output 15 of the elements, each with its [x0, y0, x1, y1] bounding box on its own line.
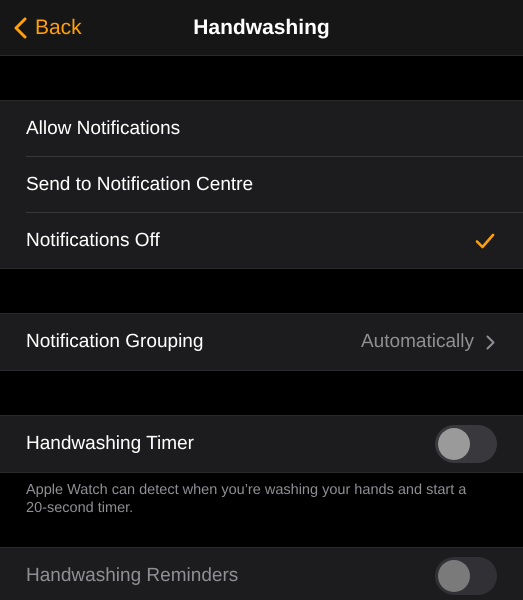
toggle-switch[interactable]	[435, 425, 497, 463]
notification-option[interactable]: Notifications Off	[26, 213, 523, 268]
grouping-value: Automatically	[361, 331, 474, 353]
notification-option[interactable]: Send to Notification Centre	[26, 157, 523, 213]
chevron-right-icon	[486, 334, 495, 350]
notification-grouping-row[interactable]: Notification Grouping Automatically	[0, 313, 523, 371]
notification-option[interactable]: Allow Notifications	[26, 101, 523, 157]
screen-title: Handwashing	[193, 16, 330, 38]
grouping-label: Notification Grouping	[26, 331, 204, 353]
chevron-left-icon	[14, 16, 27, 38]
timer-description: Apple Watch can detect when you’re washing your hands and start a 20-second timer.	[26, 481, 468, 517]
setting-label: Handwashing Reminders	[26, 565, 238, 587]
back-button[interactable]: Back	[0, 8, 82, 48]
setting-label: Handwashing Timer	[26, 433, 194, 455]
checkmark-icon	[475, 232, 495, 248]
